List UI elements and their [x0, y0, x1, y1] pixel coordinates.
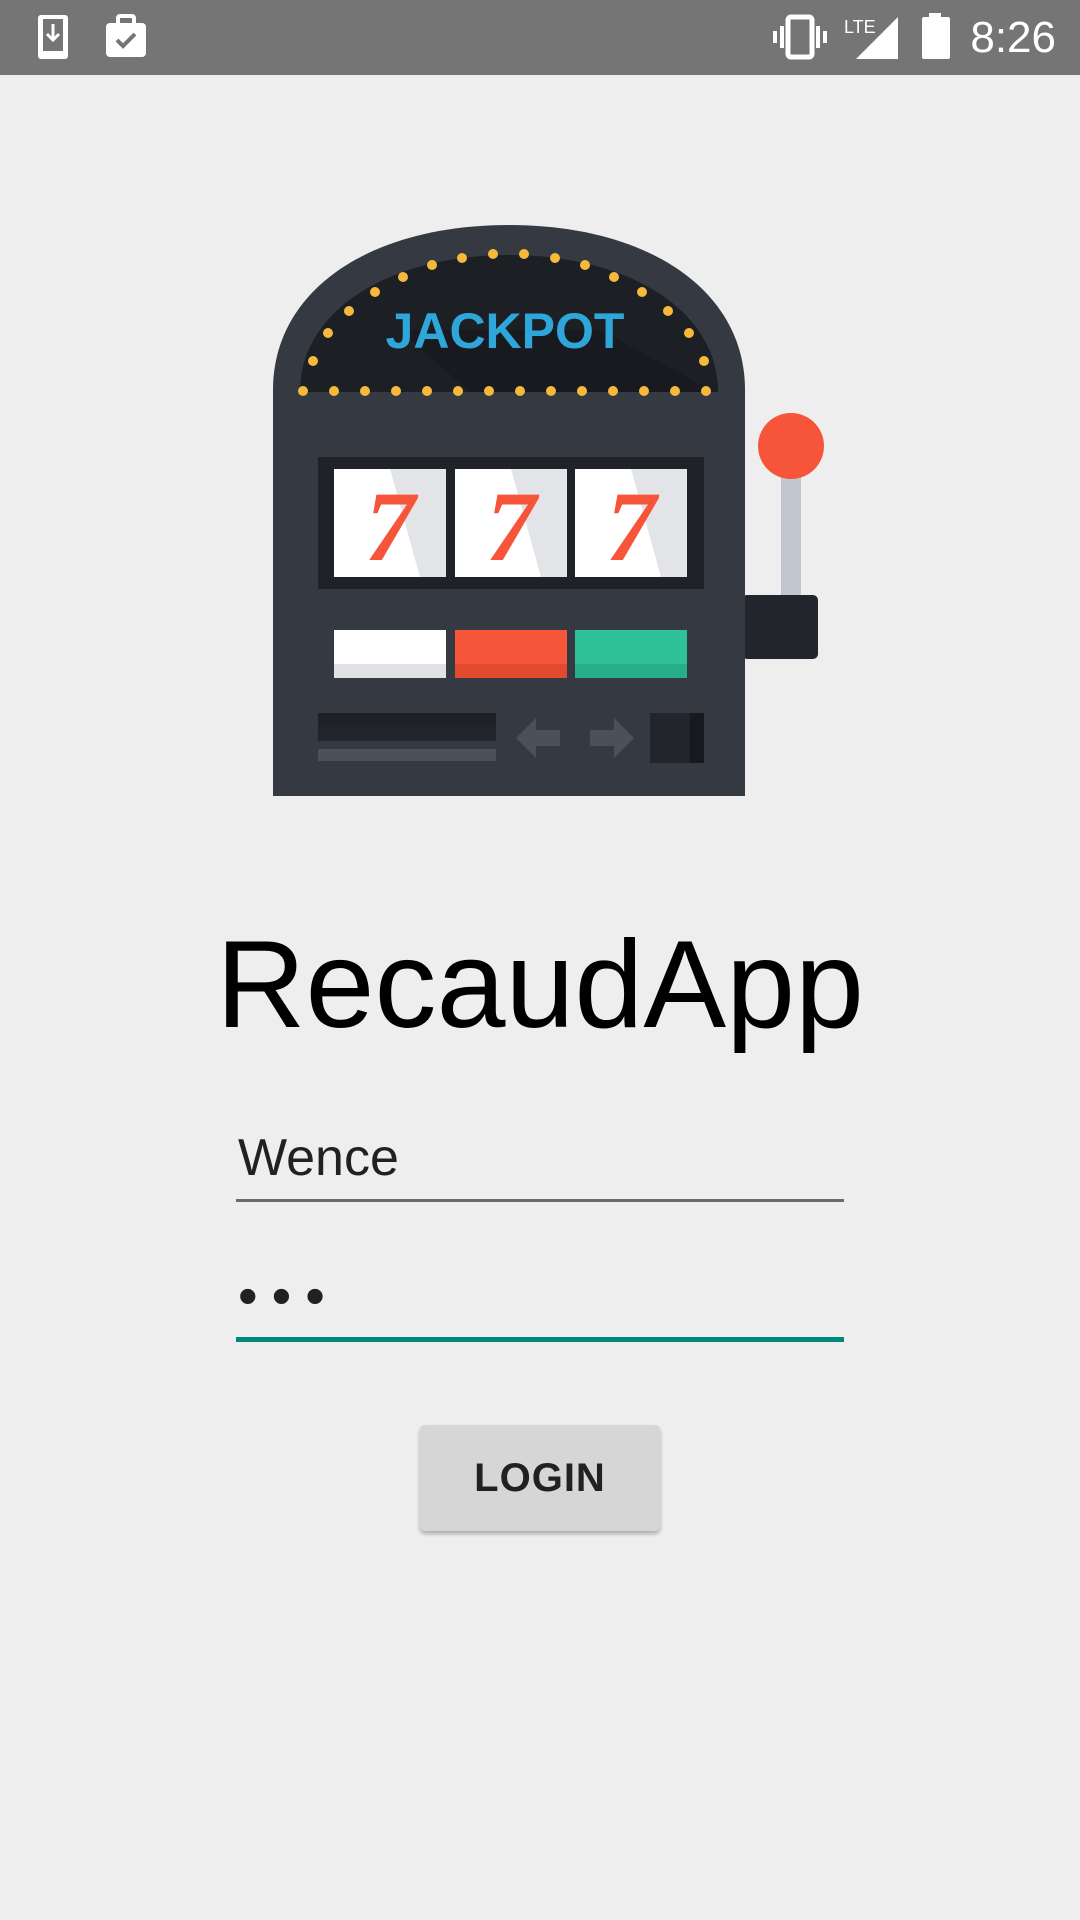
- signal-icon: LTE: [844, 17, 898, 59]
- jackpot-label: JACKPOT: [386, 303, 625, 359]
- status-bar: LTE 8:26: [0, 0, 1080, 75]
- app-title: RecaudApp: [215, 916, 865, 1054]
- reel-3: 7: [575, 469, 687, 582]
- clipboard-check-icon: [106, 14, 146, 57]
- password-underline: [236, 1337, 844, 1342]
- password-field[interactable]: •••: [236, 1250, 844, 1342]
- username-underline: [236, 1199, 844, 1202]
- username-value: Wence: [238, 1129, 399, 1187]
- reel-2: 7: [455, 469, 567, 582]
- username-field[interactable]: Wence: [236, 1120, 844, 1202]
- svg-text:7: 7: [486, 471, 540, 582]
- slot-machine-logo: JACKPOT 7 7 7: [273, 225, 824, 796]
- reel-1: 7: [334, 469, 446, 582]
- clock: 8:26: [970, 13, 1056, 62]
- password-value: •••: [238, 1264, 339, 1327]
- battery-icon: [922, 13, 950, 59]
- svg-text:LTE: LTE: [844, 17, 876, 37]
- svg-text:7: 7: [606, 471, 660, 582]
- download-icon: [38, 15, 68, 59]
- login-button[interactable]: LOGIN: [420, 1425, 660, 1531]
- vibrate-icon: [773, 14, 827, 60]
- svg-text:7: 7: [365, 471, 419, 582]
